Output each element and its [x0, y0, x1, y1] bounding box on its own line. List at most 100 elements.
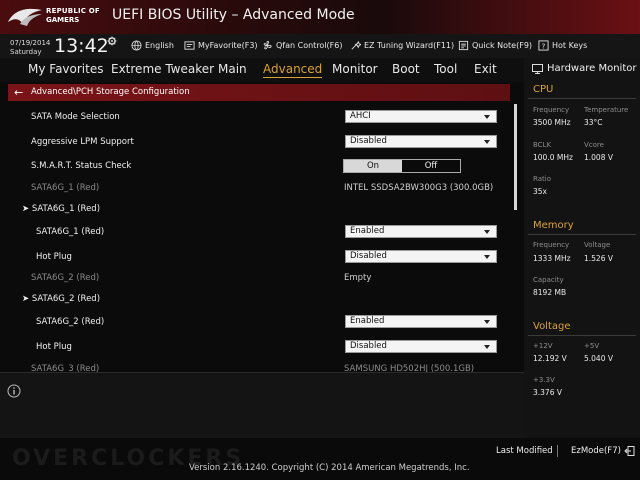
- chevron-down-icon: [484, 140, 490, 144]
- note-icon: [458, 40, 469, 50]
- chevron-down-icon: [484, 115, 490, 119]
- day-display: Saturday: [10, 48, 42, 56]
- hardware-monitor-title: Hardware Monitor: [532, 63, 636, 74]
- settings-gear-icon[interactable]: [107, 36, 117, 46]
- language-button[interactable]: English: [131, 39, 174, 51]
- time-text: 13:42: [54, 35, 109, 57]
- memory-voltage-label: Voltage: [584, 241, 611, 249]
- sata-mode-select[interactable]: AHCI: [345, 110, 497, 123]
- hardware-monitor-label: Hardware Monitor: [547, 63, 637, 74]
- qfan-control-button[interactable]: Qfan Control(F6): [262, 39, 342, 51]
- divider: [528, 98, 636, 99]
- submenu-arrow-icon: ➤: [22, 204, 32, 214]
- monitor-icon: [532, 63, 543, 74]
- v12-label: +12V: [533, 342, 553, 350]
- tab-extreme-tweaker[interactable]: Extreme Tweaker: [111, 62, 214, 76]
- divider: [528, 234, 636, 235]
- tab-monitor[interactable]: Monitor: [332, 62, 378, 76]
- favorite-icon: [184, 40, 195, 50]
- tab-advanced[interactable]: Advanced: [263, 62, 323, 78]
- port-device-info: INTEL SSDSA2BW300G3 (300.0GB): [344, 183, 494, 193]
- select-value: Enabled: [350, 226, 385, 236]
- hot-keys-button[interactable]: ? Hot Keys: [538, 39, 587, 51]
- ratio-value: 35x: [533, 187, 547, 196]
- scrollbar[interactable]: [514, 104, 517, 210]
- chevron-down-icon: [484, 230, 490, 234]
- info-icon: [7, 384, 21, 398]
- memory-frequency-value: 1333 MHz: [533, 254, 571, 263]
- setting-label: Hot Plug: [36, 252, 72, 262]
- hot-plug-2-select[interactable]: Disabled: [345, 340, 497, 353]
- toggle-off-option[interactable]: Off: [402, 160, 460, 172]
- select-value: Disabled: [350, 251, 387, 261]
- myfavorite-button[interactable]: MyFavorite(F3): [184, 39, 258, 51]
- breadcrumb-path: Advanced\PCH Storage Configuration: [31, 87, 190, 97]
- footer-divider: [557, 445, 558, 457]
- quick-note-label: Quick Note(F9): [472, 40, 533, 50]
- tab-boot[interactable]: Boot: [392, 62, 420, 76]
- memory-voltage-value: 1.526 V: [584, 254, 613, 263]
- help-icon: ?: [538, 39, 549, 51]
- tab-exit[interactable]: Exit: [474, 62, 497, 76]
- language-label: English: [145, 40, 174, 50]
- v33-value: 3.376 V: [533, 388, 562, 397]
- cpu-frequency-value: 3500 MHz: [533, 118, 571, 127]
- setting-label: SATA6G_1 (Red): [36, 227, 105, 237]
- submenu-label: SATA6G_2 (Red): [31, 294, 101, 304]
- wizard-icon: [351, 40, 361, 49]
- help-description-panel: [0, 372, 524, 439]
- hot-plug-1-select[interactable]: Disabled: [345, 250, 497, 263]
- capacity-value: 8192 MB: [533, 288, 567, 297]
- ezmode-label: EzMode(F7): [571, 446, 621, 456]
- setting-label: SATA6G_2 (Red): [36, 317, 105, 327]
- brand-name-line1: REPUBLIC OF: [46, 7, 100, 15]
- fan-icon: [263, 40, 272, 49]
- cpu-temperature-label: Temperature: [584, 106, 629, 114]
- chevron-down-icon: [484, 345, 490, 349]
- memory-frequency-label: Frequency: [533, 241, 570, 249]
- memory-heading: Memory: [533, 220, 574, 231]
- bclk-label: BCLK: [533, 141, 552, 149]
- divider: [528, 335, 636, 336]
- sata6g-2-port-select[interactable]: Enabled: [345, 315, 497, 328]
- port-device-info: Empty: [344, 273, 372, 283]
- ez-tuning-wizard-button[interactable]: EZ Tuning Wizard(F11): [350, 39, 454, 51]
- v5-label: +5V: [584, 342, 600, 350]
- ez-tuning-label: EZ Tuning Wizard(F11): [364, 40, 455, 50]
- version-copyright: Version 2.16.1240. Copyright (C) 2014 Am…: [189, 463, 470, 473]
- clock-display[interactable]: 13:42: [54, 35, 109, 57]
- toggle-on-option[interactable]: On: [344, 160, 402, 172]
- last-modified-button[interactable]: Last Modified: [496, 446, 553, 456]
- capacity-label: Capacity: [533, 276, 564, 284]
- chevron-down-icon: [484, 320, 490, 324]
- tab-my-favorites[interactable]: My Favorites: [28, 62, 103, 76]
- vcore-label: Vcore: [584, 141, 604, 149]
- submenu-label: SATA6G_1 (Red): [31, 204, 101, 214]
- back-arrow-icon[interactable]: ←: [14, 86, 23, 99]
- v12-value: 12.192 V: [533, 354, 567, 363]
- select-value: AHCI: [350, 111, 371, 121]
- vcore-value: 1.008 V: [584, 153, 613, 162]
- submenu-arrow-icon: ➤: [22, 294, 32, 304]
- svg-text:?: ?: [542, 41, 546, 50]
- date-display: 07/19/2014: [10, 39, 51, 47]
- port-info-label: SATA6G_2 (Red): [31, 273, 100, 283]
- setting-label: S.M.A.R.T. Status Check: [31, 161, 132, 171]
- ratio-label: Ratio: [533, 175, 551, 183]
- aggressive-lpm-select[interactable]: Disabled: [345, 135, 497, 148]
- hot-keys-label: Hot Keys: [552, 40, 588, 50]
- quick-note-button[interactable]: Quick Note(F9): [458, 39, 532, 51]
- bclk-value: 100.0 MHz: [533, 153, 573, 162]
- submenu-sata6g-2[interactable]: ➤ SATA6G_2 (Red): [22, 294, 100, 304]
- globe-icon: [131, 39, 142, 51]
- select-value: Disabled: [350, 341, 387, 351]
- setting-label: Aggressive LPM Support: [31, 137, 134, 147]
- setting-label: Hot Plug: [36, 342, 72, 352]
- sata6g-1-port-select[interactable]: Enabled: [345, 225, 497, 238]
- tab-main[interactable]: Main: [218, 62, 247, 76]
- cpu-heading: CPU: [533, 84, 554, 95]
- qfan-label: Qfan Control(F6): [276, 40, 343, 50]
- submenu-sata6g-1[interactable]: ➤ SATA6G_1 (Red): [22, 204, 100, 214]
- tab-tool[interactable]: Tool: [434, 62, 457, 76]
- ezmode-button[interactable]: EzMode(F7): [571, 446, 635, 456]
